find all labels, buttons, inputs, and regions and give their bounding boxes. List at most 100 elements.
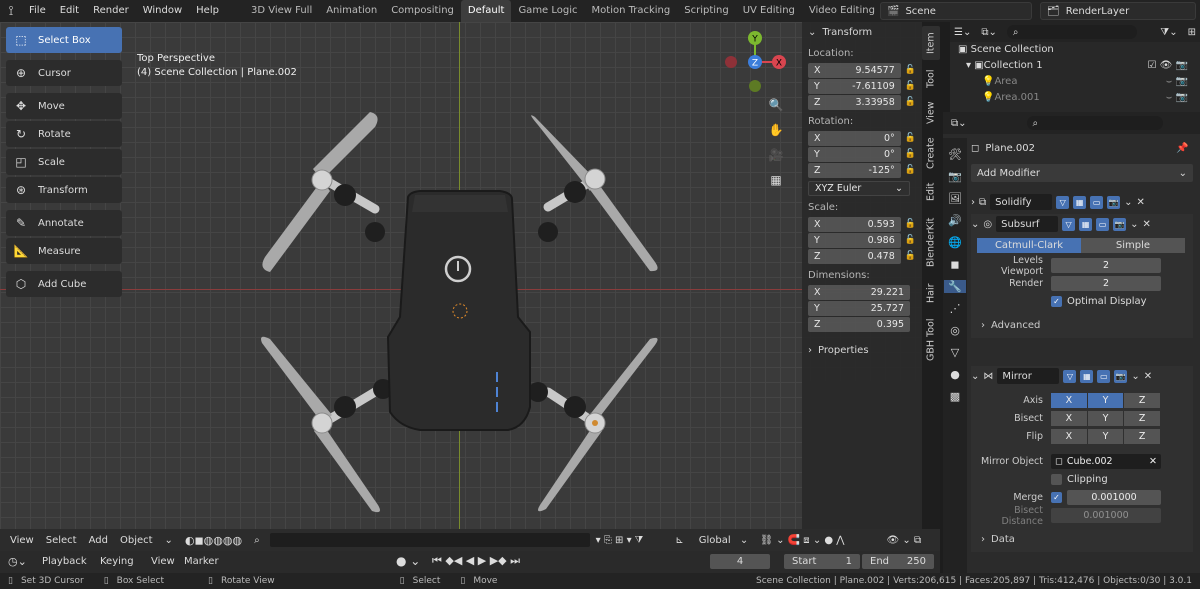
outliner-search-input[interactable]: ⌕	[1006, 25, 1137, 39]
optimal-display-checkbox[interactable]: ✓	[1051, 296, 1062, 307]
tab-uv-editing[interactable]: UV Editing	[736, 0, 802, 22]
flip-y-toggle[interactable]: Y	[1087, 429, 1124, 444]
lock-icon[interactable]: 🔓	[905, 219, 916, 229]
data-subpanel[interactable]: › Data	[971, 530, 1193, 548]
rotation-x-field[interactable]: X 0°	[808, 130, 901, 146]
visibility-icons[interactable]: ☑ 👁 📷	[1148, 58, 1188, 74]
menu-render[interactable]: Render	[86, 0, 136, 22]
subsurf-header[interactable]: ⌄ ◎ Subsurf ▽ ▦ ▭ 📷 ⌄ ✕	[971, 214, 1193, 234]
menu-keying[interactable]: Keying	[100, 556, 134, 567]
lock-icon[interactable]: 🔓	[905, 65, 916, 75]
tab-scripting[interactable]: Scripting	[677, 0, 735, 22]
gizmo-neg-x[interactable]	[725, 56, 737, 68]
axis-x-toggle[interactable]: X	[1051, 393, 1087, 408]
tab-item[interactable]: Item	[922, 26, 940, 60]
tab-edit[interactable]: Edit	[922, 178, 940, 206]
transform-panel-header[interactable]: ⌄ Transform	[808, 22, 916, 42]
bisect-z-toggle[interactable]: Z	[1124, 411, 1161, 426]
solidify-name-field[interactable]: Solidify	[990, 194, 1053, 210]
lock-icon[interactable]: 🔓	[905, 97, 916, 107]
measure-tool[interactable]: 📐 Measure	[6, 238, 122, 264]
render-levels-field[interactable]: 2	[1051, 276, 1161, 291]
3d-viewport[interactable]: Top Perspective (4) Scene Collection | P…	[0, 22, 940, 529]
location-z-field[interactable]: Z 3.33958	[808, 94, 901, 110]
tab-blenderkit[interactable]: BlenderKit	[922, 210, 940, 274]
location-x-field[interactable]: X 9.54577	[808, 62, 901, 78]
lock-icon[interactable]: 🔓	[905, 235, 916, 245]
solidify-header[interactable]: › ⧉ Solidify ▽ ▦ ▭ 📷 ⌄ ✕	[971, 192, 1193, 212]
lock-icon[interactable]: 🔓	[905, 133, 916, 143]
menu-add[interactable]: Add	[83, 535, 114, 546]
pin-icon[interactable]: 📌	[1176, 143, 1188, 154]
search-icon[interactable]: ⌕	[248, 535, 266, 546]
scale-tool[interactable]: ◰ Scale	[6, 149, 122, 175]
menu-help[interactable]: Help	[189, 0, 226, 22]
outliner-item-scene-collection[interactable]: ▣ Scene Collection	[958, 42, 1200, 58]
lock-icon[interactable]: 🔓	[905, 251, 916, 261]
tab-hair[interactable]: Hair	[922, 278, 940, 308]
tab-animation[interactable]: Animation	[319, 0, 384, 22]
mirror-name-field[interactable]: Mirror	[997, 368, 1060, 384]
outliner-item-area[interactable]: 💡 Area ⌣ 📷	[958, 74, 1200, 90]
end-frame-field[interactable]: End 250	[862, 554, 934, 569]
close-icon[interactable]: ✕	[1143, 219, 1151, 230]
mirror-object-field[interactable]: ◻ Cube.002 ✕	[1051, 454, 1161, 469]
property-tab-icons[interactable]: 🛠 📷 🖼 🔊 🌐 ◼ 🔧 ⋰ ◎ ▽ ● ▩	[943, 138, 967, 414]
transform-tool[interactable]: ⊛ Transform	[6, 177, 122, 203]
bisect-distance-field[interactable]: 0.001000	[1051, 508, 1161, 523]
outliner-item-collection-1[interactable]: ▾ ▣ Collection 1 ☑ 👁 📷	[958, 58, 1200, 74]
render-layer-selector[interactable]: 🗂 RenderLayer	[1040, 2, 1196, 20]
rotation-y-field[interactable]: Y 0°	[808, 146, 901, 162]
axis-z-toggle[interactable]: Z	[1124, 393, 1161, 408]
chevron-down-icon[interactable]: ⌄	[159, 535, 179, 546]
tab-tool[interactable]: Tool	[922, 64, 940, 94]
navigation-gizmo[interactable]: Y X Z	[720, 28, 790, 92]
viewport-display-icon[interactable]: ▭	[1090, 195, 1104, 209]
add-modifier-dropdown[interactable]: Add Modifier ⌄	[971, 164, 1193, 182]
dimensions-x-field[interactable]: X 29.221	[808, 284, 910, 300]
scale-x-field[interactable]: X 0.593	[808, 216, 901, 232]
bisect-y-toggle[interactable]: Y	[1087, 411, 1124, 426]
menu-object[interactable]: Object	[114, 535, 159, 546]
flip-x-toggle[interactable]: X	[1051, 429, 1087, 444]
scale-z-field[interactable]: Z 0.478	[808, 248, 901, 264]
visibility-icons[interactable]: ⌣ 📷	[1166, 74, 1188, 90]
grid-perspective-icon[interactable]: ▦	[765, 169, 787, 191]
close-icon[interactable]: ✕	[1137, 197, 1145, 208]
viewport-search-input[interactable]	[269, 533, 590, 547]
chevron-down-icon[interactable]: ⌄	[1130, 219, 1138, 230]
edit-cage-icon[interactable]: ▽	[1063, 369, 1077, 383]
scale-y-field[interactable]: Y 0.986	[808, 232, 901, 248]
advanced-subpanel[interactable]: › Advanced	[971, 316, 1193, 334]
lock-icon[interactable]: 🔓	[905, 81, 916, 91]
clipping-checkbox[interactable]	[1051, 474, 1062, 485]
zoom-icon[interactable]: 🔍	[765, 94, 787, 116]
tab-view[interactable]: View	[922, 98, 940, 128]
menu-select[interactable]: Select	[40, 535, 83, 546]
tab-compositing[interactable]: Compositing	[384, 0, 461, 22]
filter-icon[interactable]: ⧩⌄	[1160, 27, 1177, 38]
render-icon[interactable]: 📷	[1113, 217, 1127, 231]
properties-editor-icon[interactable]: ⧉⌄	[951, 118, 967, 129]
gizmo-toggle-icons[interactable]: 👁 ⌄ ⧉	[881, 535, 928, 546]
current-frame-field[interactable]: 4	[710, 554, 770, 569]
tab-motion-tracking[interactable]: Motion Tracking	[585, 0, 678, 22]
menu-file[interactable]: File	[22, 0, 53, 22]
tab-game-logic[interactable]: Game Logic	[511, 0, 584, 22]
shading-mode-icons[interactable]: ◐◼◍◍◍◍	[179, 534, 248, 547]
playback-controls-icons[interactable]: ⏮ ◆◀ ◀ ▶ ▶◆ ⏭	[432, 554, 520, 568]
axis-y-toggle[interactable]: Y	[1087, 393, 1124, 408]
add-cube-tool[interactable]: ⬡ Add Cube	[6, 271, 122, 297]
blender-logo-icon[interactable]: ⟟	[0, 0, 22, 22]
merge-field[interactable]: 0.001000	[1067, 490, 1161, 505]
scene-selector[interactable]: 🎬 Scene	[880, 2, 1032, 20]
location-y-field[interactable]: Y -7.61109	[808, 78, 901, 94]
render-icon[interactable]: 📷	[1114, 369, 1128, 383]
snap-icons[interactable]: ⛓ ⌄ 🧲 ⧈ ⌄ ● ⋀	[754, 535, 850, 546]
levels-viewport-field[interactable]: 2	[1051, 258, 1161, 273]
select-box-tool[interactable]: ⬚ Select Box	[6, 27, 122, 53]
record-icon[interactable]: ● ⌄	[396, 554, 420, 568]
timeline-editor-icon[interactable]: ◷⌄	[8, 555, 27, 568]
pan-hand-icon[interactable]: ✋	[765, 119, 787, 141]
menu-marker[interactable]: Marker	[184, 556, 219, 567]
